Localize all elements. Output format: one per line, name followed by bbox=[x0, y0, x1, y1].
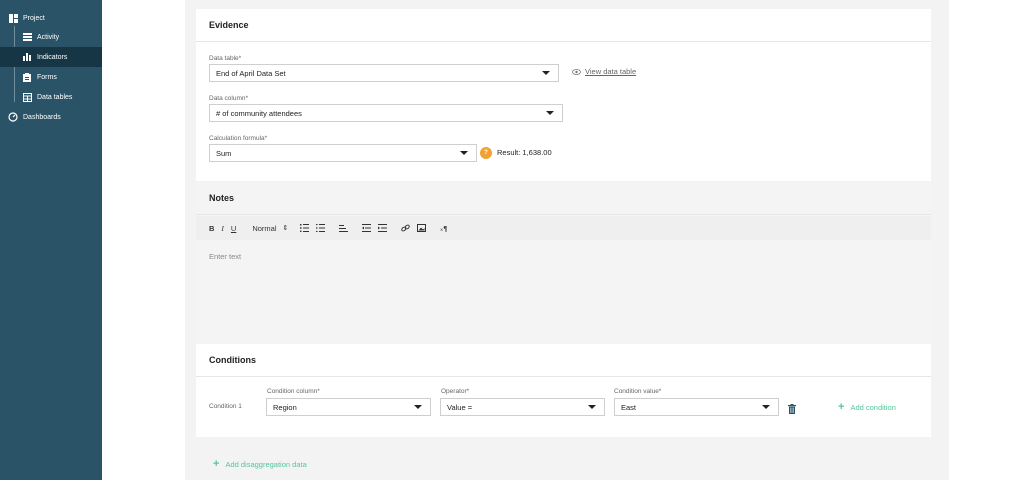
plus-icon: + bbox=[838, 401, 845, 413]
add-condition-button[interactable]: + Add condition bbox=[838, 401, 896, 413]
right-gutter bbox=[949, 0, 1024, 480]
operator-label: Operator* bbox=[441, 388, 470, 395]
chevron-down-icon bbox=[588, 405, 596, 409]
underline-button[interactable]: U bbox=[231, 224, 236, 233]
data-table-value: End of April Data Set bbox=[216, 68, 286, 78]
formula-label: Calculation formula* bbox=[209, 135, 268, 142]
sidebar-item-label: Data tables bbox=[37, 93, 73, 101]
clipboard-icon bbox=[22, 72, 32, 82]
table-icon bbox=[22, 92, 32, 102]
add-disaggregation-button[interactable]: + Add disaggregation data bbox=[213, 458, 307, 470]
formula-select[interactable]: Sum bbox=[209, 144, 477, 162]
indent-increase-icon[interactable] bbox=[378, 224, 388, 232]
evidence-card: Evidence Data table* End of April Data S… bbox=[196, 9, 931, 181]
align-icon[interactable] bbox=[339, 224, 349, 232]
format-value: Normal bbox=[252, 223, 277, 233]
italic-button[interactable]: I bbox=[221, 224, 224, 233]
formula-value: Sum bbox=[216, 148, 232, 158]
sidebar-item-indicators[interactable]: Indicators bbox=[0, 47, 102, 67]
clear-format-icon[interactable]: ₓ¶ bbox=[440, 224, 450, 232]
data-table-select[interactable]: End of April Data Set bbox=[209, 64, 559, 82]
bold-button[interactable]: B bbox=[209, 224, 214, 233]
sidebar-item-activity[interactable]: Activity bbox=[0, 27, 102, 47]
view-data-table-text: View data table bbox=[585, 67, 637, 76]
format-select[interactable]: Normal bbox=[252, 224, 276, 233]
view-data-table-link[interactable]: View data table bbox=[572, 67, 636, 76]
chevron-down-icon bbox=[546, 111, 554, 115]
add-disaggregation-label: Add disaggregation data bbox=[225, 459, 307, 469]
condition-value-select[interactable]: East bbox=[614, 398, 779, 416]
conditions-title: Conditions bbox=[196, 344, 931, 377]
notes-placeholder: Enter text bbox=[209, 252, 242, 261]
chevron-down-icon bbox=[460, 151, 468, 155]
format-caret-icon: ⇕ bbox=[282, 225, 289, 232]
sidebar-item-dashboards[interactable]: Dashboards bbox=[0, 107, 102, 127]
ordered-list-icon[interactable] bbox=[300, 224, 310, 232]
add-condition-label: Add condition bbox=[850, 402, 896, 412]
sidebar-item-label: Forms bbox=[37, 73, 57, 81]
conditions-card: Conditions Condition 1 Condition column*… bbox=[196, 344, 931, 437]
sidebar-item-label: Activity bbox=[37, 33, 60, 41]
sidebar-item-data-tables[interactable]: Data tables bbox=[0, 87, 102, 107]
gauge-icon bbox=[8, 112, 18, 122]
trash-icon[interactable] bbox=[788, 401, 796, 419]
data-column-select[interactable]: # of community attendees bbox=[209, 104, 563, 122]
result-text: Result: 1,638.00 bbox=[497, 148, 552, 157]
chevron-down-icon bbox=[542, 71, 550, 75]
grid-icon bbox=[8, 13, 18, 23]
help-icon[interactable]: ? bbox=[480, 147, 492, 159]
sidebar-item-forms[interactable]: Forms bbox=[0, 67, 102, 87]
sidebar-item-label: Indicators bbox=[37, 53, 68, 61]
bar-chart-icon bbox=[22, 52, 32, 62]
condition-value-label: Condition value* bbox=[614, 388, 662, 395]
condition-column-select[interactable]: Region bbox=[266, 398, 431, 416]
notes-card: Notes B I U Normal ⇕ ₓ¶ Enter text bbox=[196, 182, 931, 344]
notes-title: Notes bbox=[196, 182, 931, 215]
sidebar-item-label: Project bbox=[23, 14, 45, 22]
data-column-label: Data column* bbox=[209, 95, 249, 102]
eye-icon bbox=[572, 68, 581, 75]
link-icon[interactable] bbox=[401, 224, 411, 232]
chevron-down-icon bbox=[414, 405, 422, 409]
indent-decrease-icon[interactable] bbox=[362, 224, 372, 232]
condition-column-label: Condition column* bbox=[267, 388, 320, 395]
condition-column-value: Region bbox=[273, 402, 297, 412]
evidence-title: Evidence bbox=[196, 9, 931, 42]
sidebar: Project Activity Indicators Forms Data t… bbox=[0, 0, 102, 480]
editor-toolbar: B I U Normal ⇕ ₓ¶ bbox=[196, 216, 931, 240]
left-gutter bbox=[102, 0, 185, 480]
bullet-list-icon[interactable] bbox=[316, 224, 326, 232]
notes-editor[interactable]: Enter text bbox=[196, 240, 931, 344]
chevron-down-icon bbox=[762, 405, 770, 409]
sidebar-item-project[interactable]: Project bbox=[0, 8, 102, 28]
sidebar-item-label: Dashboards bbox=[23, 113, 61, 121]
operator-select[interactable]: Value = bbox=[440, 398, 605, 416]
data-column-value: # of community attendees bbox=[216, 108, 302, 118]
svg-text:ₓ¶: ₓ¶ bbox=[440, 225, 448, 232]
condition-value-value: East bbox=[621, 402, 637, 412]
operator-value: Value = bbox=[447, 402, 473, 412]
plus-icon: + bbox=[213, 458, 220, 470]
data-table-label: Data table* bbox=[209, 55, 242, 62]
image-icon[interactable] bbox=[417, 224, 427, 232]
list-icon bbox=[22, 32, 32, 42]
condition-row-label: Condition 1 bbox=[209, 403, 242, 410]
